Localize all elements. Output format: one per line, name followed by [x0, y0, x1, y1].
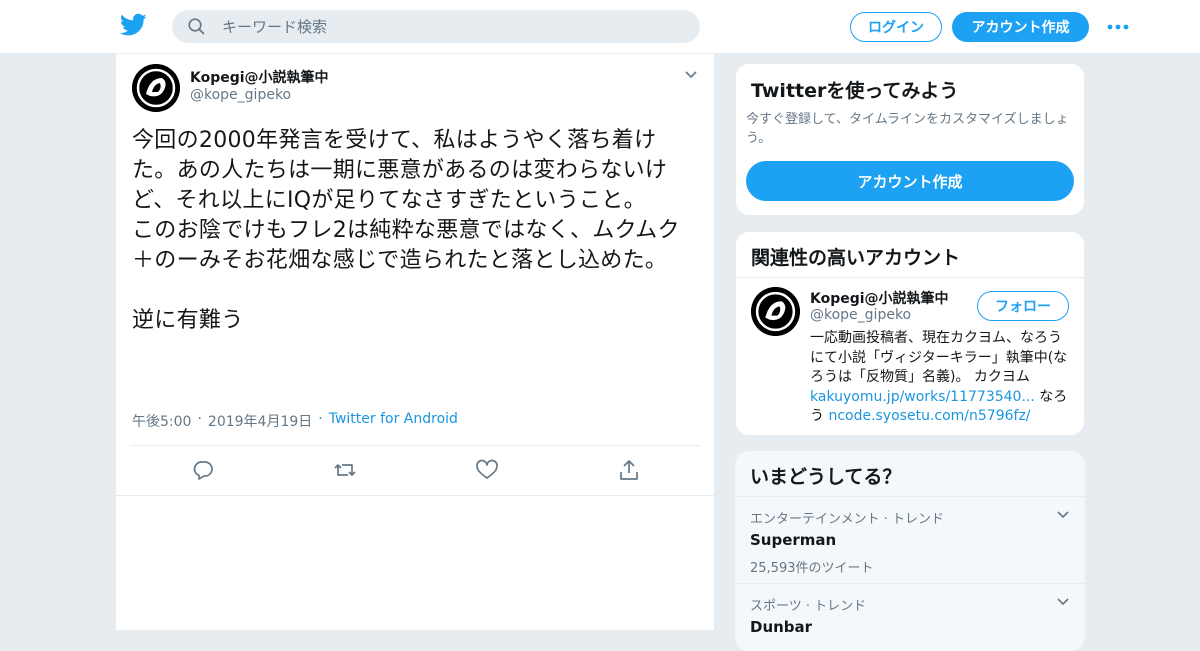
twitter-bird-icon[interactable] [120, 13, 147, 37]
related-accounts-title: 関連性の高いアカウント [751, 247, 961, 269]
divider [736, 277, 1084, 278]
like-icon[interactable] [475, 458, 499, 482]
chevron-down-icon[interactable] [1056, 597, 1070, 607]
trend-name[interactable]: Dunbar [750, 618, 1070, 636]
bio-text: 一応動画投稿者、現在カクヨム、なろうにて小説「ヴィジターキラー」執筆中(なろうは… [810, 330, 1068, 385]
trends-card: いまどうしてる？ エンターテインメント · トレンド Superman 25,5… [735, 451, 1085, 651]
retweet-icon[interactable] [333, 458, 357, 482]
tweet-author-handle[interactable]: @kope_gipeko [190, 87, 291, 103]
tweet-date[interactable]: 2019年4月19日 [208, 411, 312, 431]
tweet-source[interactable]: Twitter for Android [329, 411, 458, 431]
chevron-down-icon[interactable] [1056, 510, 1070, 520]
login-button[interactable]: ログイン [850, 12, 942, 42]
trend-count: 25,593件のツイート [750, 561, 874, 576]
tweet-actions [116, 458, 716, 484]
avatar[interactable] [132, 64, 180, 112]
more-icon[interactable] [1106, 22, 1130, 32]
meta-separator: · [197, 411, 202, 427]
bio-link-narou[interactable]: ncode.syosetu.com/n5796fz/ [828, 408, 1030, 424]
top-bar: ログイン アカウント作成 [0, 0, 1200, 54]
tweet-time[interactable]: 午後5:00 [132, 411, 191, 431]
tweet-column: Kopegi@小説執筆中 @kope_gipeko 今回の2000年発言を受けて… [115, 54, 715, 630]
tweet-author-name[interactable]: Kopegi@小説執筆中 [190, 67, 329, 87]
divider [130, 445, 700, 446]
search-icon [188, 18, 205, 35]
signup-card: Twitterを使ってみよう 今すぐ登録して、タイムラインをカスタマイズしましょ… [735, 63, 1085, 216]
reply-icon[interactable] [191, 458, 215, 482]
signup-card-title: Twitterを使ってみよう [751, 80, 959, 102]
chevron-down-icon[interactable] [684, 70, 698, 80]
follow-button[interactable]: フォロー [977, 291, 1069, 321]
related-account-handle[interactable]: @kope_gipeko [810, 307, 911, 323]
signup-button[interactable]: アカウント作成 [952, 12, 1089, 42]
search-input[interactable] [222, 10, 682, 43]
search-box[interactable] [172, 10, 700, 43]
trend-item[interactable]: エンターテインメント · トレンド Superman 25,593件のツイート [750, 508, 1070, 576]
trends-title: いまどうしてる？ [750, 466, 902, 488]
share-icon[interactable] [617, 458, 641, 482]
related-account-name[interactable]: Kopegi@小説執筆中 [810, 288, 949, 308]
related-accounts-card: 関連性の高いアカウント Kopegi@小説執筆中 @kope_gipeko フォ… [735, 231, 1085, 436]
related-account-bio: 一応動画投稿者、現在カクヨム、なろうにて小説「ヴィジターキラー」執筆中(なろうは… [810, 329, 1070, 427]
avatar-logo-icon [751, 287, 800, 336]
avatar-logo-icon [132, 64, 180, 112]
tweet-meta: 午後5:00 · 2019年4月19日 · Twitter for Androi… [132, 411, 458, 431]
tweet-text: 今回の2000年発言を受けて、私はようやく落ち着けた。あの人たちは一期に悪意があ… [132, 128, 680, 333]
divider [735, 496, 1085, 497]
divider [116, 495, 714, 496]
signup-card-subtitle: 今すぐ登録して、タイムラインをカスタマイズしましょう。 [746, 112, 1069, 146]
trend-name[interactable]: Superman [750, 531, 1070, 549]
avatar[interactable] [751, 287, 800, 336]
trend-context: エンターテインメント · トレンド [750, 512, 945, 527]
trend-context: スポーツ · トレンド [750, 599, 867, 614]
bio-link-kakuyomu[interactable]: kakuyomu.jp/works/11773540... [810, 389, 1035, 405]
divider [735, 583, 1085, 584]
signup-card-button[interactable]: アカウント作成 [746, 161, 1074, 201]
meta-separator: · [318, 411, 323, 427]
